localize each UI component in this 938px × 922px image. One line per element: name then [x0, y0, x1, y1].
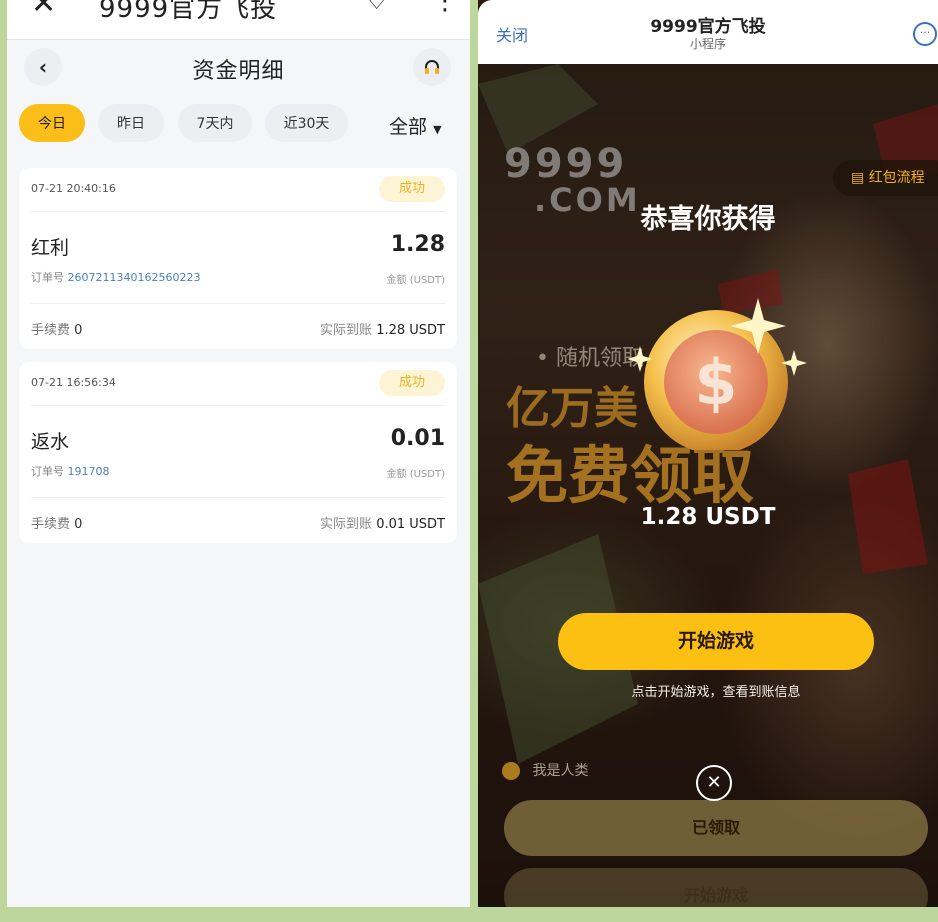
- divider: [31, 405, 445, 406]
- mini-program-subtitle: 小程序: [689, 37, 726, 51]
- transaction-time: 07-21 20:40:16: [31, 182, 116, 195]
- more-icon[interactable]: ⋮: [432, 0, 458, 16]
- status-badge: 成功: [379, 176, 445, 202]
- svg-text:$: $: [694, 346, 737, 419]
- human-verification-label: 我是人类: [532, 763, 589, 779]
- divider: [31, 497, 445, 498]
- customer-service-button[interactable]: [413, 48, 451, 86]
- actual-received: 实际到账 1.28 USDT: [320, 319, 445, 338]
- actual-value: 0.01 USDT: [376, 517, 445, 532]
- reward-amount: 1.28 USDT: [640, 504, 776, 530]
- order-number: 订单号 191708: [31, 463, 110, 479]
- heart-icon[interactable]: ♡: [365, 0, 388, 16]
- close-popup-icon[interactable]: ✕: [696, 765, 732, 801]
- amount-unit-label: 金额 (USDT): [386, 275, 445, 286]
- fee-label: 手续费: [31, 323, 71, 338]
- red-packet-flow-label: 红包流程: [868, 170, 925, 186]
- fee: 手续费 0: [31, 513, 82, 532]
- mini-program-name: 9999官方飞投: [650, 17, 766, 37]
- start-game-hint: 点击开始游戏，查看到账信息: [631, 685, 801, 700]
- fee-value: 0: [74, 323, 83, 338]
- type-filter-label: 全部: [389, 116, 428, 138]
- status-badge: 成功: [379, 370, 445, 396]
- transaction-time: 07-21 16:56:34: [31, 376, 116, 389]
- amount-unit-label: 金额 (USDT): [386, 469, 445, 480]
- page-title: 资金明细: [192, 59, 285, 84]
- claimed-button[interactable]: 已领取: [504, 800, 928, 856]
- filter-7-days[interactable]: 7天内: [178, 104, 252, 142]
- close-icon[interactable]: ✕: [31, 0, 56, 21]
- transaction-amount: 0.01: [390, 426, 445, 451]
- red-packet-flow-button[interactable]: ▤ 红包流程: [833, 160, 938, 196]
- more-options-icon[interactable]: ···: [913, 22, 937, 46]
- type-filter-dropdown[interactable]: 全部 ▼: [389, 112, 442, 139]
- congrats-title: 恭喜你获得: [640, 204, 776, 235]
- document-icon: ▤: [851, 170, 869, 186]
- order-label: 订单号: [31, 271, 64, 284]
- order-number: 订单号 2607211340162560223: [31, 269, 200, 285]
- transaction-amount: 1.28: [390, 232, 445, 257]
- mini-program-panel: 关闭 9999官方飞投 小程序 ··· 9999 .COM ▤ 红包流程 恭喜你…: [478, 0, 938, 907]
- browser-topbar: ✕ 9999官方飞投 ♡ ⋮: [7, 0, 470, 40]
- filter-30-days[interactable]: 近30天: [265, 104, 348, 142]
- order-number-value: 191708: [67, 465, 110, 478]
- order-label: 订单号: [31, 465, 64, 478]
- filter-yesterday[interactable]: 昨日: [98, 104, 164, 142]
- mini-program-header: 关闭 9999官方飞投 小程序 ···: [478, 0, 938, 64]
- fee-value: 0: [74, 517, 83, 532]
- actual-label: 实际到账: [320, 323, 373, 338]
- actual-received: 实际到账 0.01 USDT: [320, 513, 445, 532]
- transaction-card[interactable]: 07-21 16:56:34 成功 返水 0.01 订单号 191708 金额 …: [19, 362, 457, 543]
- caret-down-icon: ▼: [433, 123, 442, 136]
- human-verification[interactable]: 我是人类: [502, 760, 588, 780]
- actual-label: 实际到账: [320, 517, 373, 532]
- start-game-button-secondary[interactable]: 开始游戏: [504, 868, 928, 907]
- transaction-type: 返水: [31, 431, 70, 453]
- divider: [31, 211, 445, 212]
- app-title: 9999官方飞投: [99, 0, 278, 24]
- divider: [31, 303, 445, 304]
- fund-details-panel: ✕ 9999官方飞投 ♡ ⋮ ‹ 资金明细 今日 昨日 7天内 近30天 全部 …: [7, 0, 470, 907]
- actual-value: 1.28 USDT: [376, 323, 445, 338]
- transaction-card[interactable]: 07-21 20:40:16 成功 红利 1.28 订单号 2607211340…: [19, 168, 457, 349]
- order-number-value: 2607211340162560223: [67, 271, 201, 284]
- date-filter-bar: 今日 昨日 7天内 近30天 全部 ▼: [7, 104, 470, 144]
- transaction-type: 红利: [31, 237, 70, 259]
- filter-today[interactable]: 今日: [19, 104, 85, 142]
- start-game-button[interactable]: 开始游戏: [558, 613, 874, 670]
- check-icon: [502, 762, 520, 780]
- gold-coin-icon: $: [628, 298, 807, 450]
- fee: 手续费 0: [31, 319, 82, 338]
- headphones-icon: [425, 60, 439, 74]
- fee-label: 手续费: [31, 517, 71, 532]
- page-header: ‹ 资金明细: [7, 41, 470, 93]
